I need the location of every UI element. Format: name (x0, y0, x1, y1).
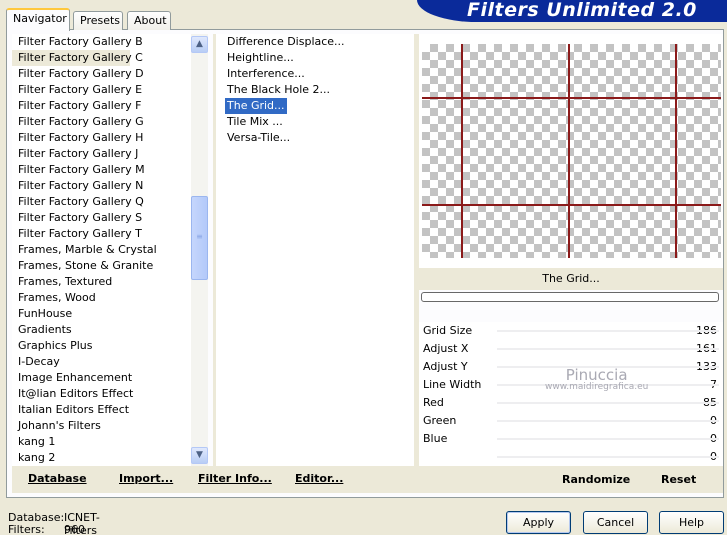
category-item[interactable]: Italian Editors Effect (12, 402, 208, 418)
category-item[interactable]: Filter Factory Gallery M (12, 162, 208, 178)
category-item[interactable]: Filter Factory Gallery H (12, 130, 208, 146)
parameter-label: Green (423, 414, 457, 427)
filter-item-label: Difference Displace... (227, 35, 345, 48)
grid-line (461, 44, 463, 258)
status-filters: Filters: 960 (8, 523, 85, 535)
filter-item-label: Interference... (227, 67, 305, 80)
category-item[interactable]: Filter Factory Gallery N (12, 178, 208, 194)
category-item[interactable]: Filter Factory Gallery Q (12, 194, 208, 210)
category-item[interactable]: Filter Factory Gallery C (12, 50, 143, 66)
cancel-button[interactable]: Cancel (583, 511, 648, 534)
category-item[interactable]: Johann's Filters (12, 418, 208, 434)
filter-item[interactable]: Interference... (216, 66, 414, 82)
grip-icon: ≡ (196, 232, 203, 241)
category-item[interactable]: kang 2 (12, 450, 208, 466)
filter-item[interactable]: Heightline... (216, 50, 414, 66)
parameter-value: 133 (696, 360, 717, 373)
parameter-slider[interactable]: Red 85 (419, 394, 723, 412)
filter-item[interactable]: Tile Mix ... (216, 114, 414, 130)
category-item[interactable]: Frames, Wood (12, 290, 208, 306)
category-item[interactable]: FunHouse (12, 306, 208, 322)
parameter-slider[interactable]: Adjust X 161 (419, 340, 723, 358)
grid-line (422, 97, 721, 99)
status-filters-label: Filters: (8, 523, 45, 535)
category-item[interactable]: Filter Factory Gallery E (12, 82, 208, 98)
parameter-slider[interactable]: Adjust Y 133 (419, 358, 723, 376)
tab-about[interactable]: About (127, 11, 171, 30)
preview-canvas (422, 44, 721, 258)
category-item[interactable]: kang 1 (12, 434, 208, 450)
apply-button[interactable]: Apply (506, 511, 571, 534)
parameter-label: Adjust Y (423, 360, 468, 373)
editor-button[interactable]: Editor... (295, 472, 343, 485)
category-item[interactable]: It@lian Editors Effect (12, 386, 208, 402)
parameter-slider[interactable]: 0 (419, 448, 723, 466)
import-button[interactable]: Import... (119, 472, 173, 485)
category-list[interactable]: Filter Factory Gallery B Filter Factory G… (12, 34, 208, 466)
category-item[interactable]: Frames, Textured (12, 274, 208, 290)
grid-line (568, 44, 570, 258)
chevron-up-icon[interactable]: ▲ (191, 36, 208, 53)
progress-bar (421, 292, 719, 302)
scroll-thumb[interactable]: ≡ (191, 196, 208, 280)
parameter-label: Adjust X (423, 342, 469, 355)
parameter-controls: Grid Size 186 Adjust X 161 Adjust Y 133 Line W… (419, 322, 723, 466)
filter-item-label: The Black Hole 2... (227, 83, 331, 96)
category-item[interactable]: Filter Factory Gallery S (12, 210, 208, 226)
parameter-value: 0 (710, 414, 717, 427)
filter-item[interactable]: The Black Hole 2... (216, 82, 414, 98)
parameter-value: 161 (696, 342, 717, 355)
tab-navigator[interactable]: Navigator (6, 8, 70, 31)
parameter-slider[interactable]: Line Width 7 (419, 376, 723, 394)
parameter-value: 7 (710, 378, 717, 391)
filter-item-label: Tile Mix ... (227, 115, 283, 128)
category-item[interactable]: Filter Factory Gallery T (12, 226, 208, 242)
parameter-slider[interactable]: Grid Size 186 (419, 322, 723, 340)
parameter-label: Blue (423, 432, 448, 445)
category-item[interactable]: Image Enhancement (12, 370, 208, 386)
filter-item-label: Versa-Tile... (227, 131, 291, 144)
filter-item[interactable]: Versa-Tile... (216, 130, 414, 146)
filter-item[interactable]: Difference Displace... (216, 34, 414, 50)
parameter-value: 0 (710, 432, 717, 445)
parameter-label: Grid Size (423, 324, 473, 337)
category-item[interactable]: Filter Factory Gallery J (12, 146, 208, 162)
status-filters-value: 960 (64, 523, 85, 535)
parameter-value: 0 (710, 450, 717, 463)
category-item[interactable]: Filter Factory Gallery D (12, 66, 208, 82)
category-item[interactable]: Frames, Marble & Crystal (12, 242, 208, 258)
filter-list[interactable]: Difference Displace... Heightline... Inter… (216, 34, 414, 466)
parameter-slider[interactable]: Blue 0 (419, 430, 723, 448)
parameter-label: Line Width (423, 378, 482, 391)
category-item[interactable]: Gradients (12, 322, 208, 338)
category-item[interactable]: Graphics Plus (12, 338, 208, 354)
parameter-label: Red (423, 396, 444, 409)
preview-filter-name: The Grid... (419, 268, 723, 290)
help-button[interactable]: Help (659, 511, 724, 534)
chevron-down-icon[interactable]: ▼ (191, 447, 208, 464)
filter-item-label: The Grid... (225, 98, 287, 114)
tab-presets[interactable]: Presets (73, 11, 123, 30)
category-item[interactable]: Frames, Stone & Granite (12, 258, 208, 274)
grid-line (675, 44, 677, 258)
filter-item[interactable]: The Grid... (216, 98, 414, 114)
parameter-slider[interactable]: Green 0 (419, 412, 723, 430)
filter-item-label: Heightline... (227, 51, 294, 64)
category-item[interactable]: Filter Factory Gallery F (12, 98, 208, 114)
app-banner-title: Filters Unlimited 2.0 (417, 0, 727, 22)
parameter-value: 186 (696, 324, 717, 337)
category-item[interactable]: Filter Factory Gallery B (12, 34, 208, 50)
category-item[interactable]: I-Decay (12, 354, 208, 370)
reset-button[interactable]: Reset (661, 473, 696, 486)
category-item[interactable]: Filter Factory Gallery G (12, 114, 208, 130)
database-button[interactable]: Database (28, 472, 87, 485)
filter-info-button[interactable]: Filter Info... (198, 472, 272, 485)
category-scrollbar[interactable]: ▲ ≡ ▼ (191, 34, 208, 466)
randomize-button[interactable]: Randomize (562, 473, 630, 486)
parameter-value: 85 (703, 396, 717, 409)
grid-line (422, 204, 721, 206)
